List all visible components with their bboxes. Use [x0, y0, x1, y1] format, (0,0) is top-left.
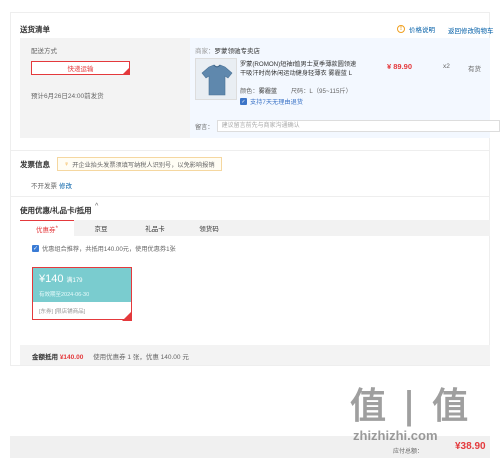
price-explain-link[interactable]: ! 价格说明 — [397, 24, 435, 34]
product-spec: 颜色：雾霾蓝 尺码：L（95~115斤） — [240, 86, 352, 95]
divider — [10, 196, 490, 197]
size-label: 尺码： — [290, 88, 310, 95]
return-policy: ✓ 支持7天无理由退货 — [240, 97, 303, 106]
check-shield-icon: ✓ — [240, 98, 247, 105]
shipping-date: 预计6月26日24:00前发货 — [31, 93, 104, 100]
coupon-selected-corner-icon — [122, 311, 132, 321]
color-label: 颜色： — [240, 88, 259, 95]
invoice-tip: ♀ 开企业抬头发票须填写纳税人识别号，以免影响报销 — [57, 157, 222, 171]
color-value: 雾霾蓝 — [258, 88, 278, 95]
shipping-label: 配送方式 — [31, 48, 57, 55]
size-value: L（95~115斤） — [309, 88, 352, 95]
remark-input[interactable] — [216, 120, 500, 132]
tab-coupons[interactable]: 优惠券 * — [20, 220, 74, 236]
tab-label: 礼品卡 — [145, 226, 165, 233]
product-title[interactable]: 罗蒙(ROMON)短袖t恤男士夏季薄款圆领速干吸汗时尚休闲运动健身轻薄衣 雾霾蓝… — [240, 60, 360, 78]
product-quantity: x2 — [443, 63, 450, 70]
remark-label: 留言： — [195, 123, 214, 131]
product-image[interactable] — [195, 58, 237, 100]
section-title-delivery-list: 送货清单 — [20, 25, 50, 34]
section-title-invoice: 发票信息 — [20, 160, 50, 169]
watermark-logo: 值 | 值 — [350, 385, 471, 427]
checkbox-checked-icon[interactable]: ✓ — [32, 245, 39, 252]
tab-badge: * — [55, 225, 59, 232]
remark-row: 留言： — [195, 120, 500, 132]
tab-pickup-code[interactable]: 领货码 — [182, 220, 236, 236]
coupon-tabs: 优惠券 * 京豆 礼品卡 领货码 — [20, 220, 490, 236]
coupon-combo-text: 优惠组合推荐，共抵用140.00元，使用优惠券1张 — [42, 246, 176, 253]
shipping-method-button[interactable]: 快递运输 — [31, 61, 130, 75]
return-policy-label: 支持7天无理由退货 — [250, 99, 303, 106]
stock-status: 有货 — [468, 66, 481, 73]
tshirt-icon — [196, 59, 236, 99]
summary-amount: ¥140.00 — [59, 354, 84, 361]
invoice-status: 不开发票 — [31, 183, 57, 190]
pay-total-label: 应付总额： — [393, 449, 424, 455]
tab-label: 领货码 — [199, 226, 219, 233]
coupon-amount-value: ¥140 — [39, 273, 64, 285]
summary-detail: 使用优惠券 1 张，优惠 140.00 元 — [93, 354, 189, 361]
tab-gift-card[interactable]: 礼品卡 — [128, 220, 182, 236]
coupon-expiry: 有效期至2024-06-30 — [39, 292, 90, 298]
coupon-condition: 满179 — [66, 278, 83, 284]
summary-label: 金额抵用 — [32, 354, 58, 361]
shipping-method-label: 快递运输 — [67, 66, 94, 73]
invoice-edit-link[interactable]: 修改 — [59, 183, 72, 190]
invoice-row: 不开发票 修改 — [31, 180, 72, 190]
tab-label: 京豆 — [94, 226, 108, 233]
lightbulb-icon: ♀ — [64, 160, 70, 168]
coupon-summary: 金额抵用 ¥140.00 使用优惠券 1 张，优惠 140.00 元 — [32, 351, 189, 361]
pay-total-amount: ¥38.90 — [455, 441, 486, 452]
return-to-cart-link[interactable]: 返回修改购物车 — [448, 25, 494, 35]
watermark-url: zhizhizhi.com — [353, 428, 438, 443]
info-icon: ! — [397, 25, 405, 33]
price-explain-label: 价格说明 — [409, 27, 435, 34]
store-name[interactable]: 罗蒙领驰专卖店 — [215, 48, 261, 55]
divider — [10, 150, 490, 151]
coupon-combo-row[interactable]: ✓ 优惠组合推荐，共抵用140.00元，使用优惠券1张 — [32, 244, 176, 253]
coupon-tags: [东券] [限店铺商品] — [39, 309, 86, 315]
invoice-tip-text: 开企业抬头发票须填写纳税人识别号，以免影响报销 — [72, 161, 215, 169]
product-price: ¥ 89.90 — [387, 62, 413, 71]
section-title-coupons[interactable]: 使用优惠/礼品卡/抵用 — [20, 205, 92, 216]
collapse-caret-icon[interactable]: ^ — [95, 203, 98, 210]
coupon-amount: ¥140 满179 — [39, 273, 83, 285]
store-label: 商家： — [195, 48, 215, 55]
tab-jingdou[interactable]: 京豆 — [74, 220, 128, 236]
tab-label: 优惠券 — [35, 226, 56, 234]
store-row: 商家：罗蒙领驰专卖店 — [195, 45, 260, 55]
